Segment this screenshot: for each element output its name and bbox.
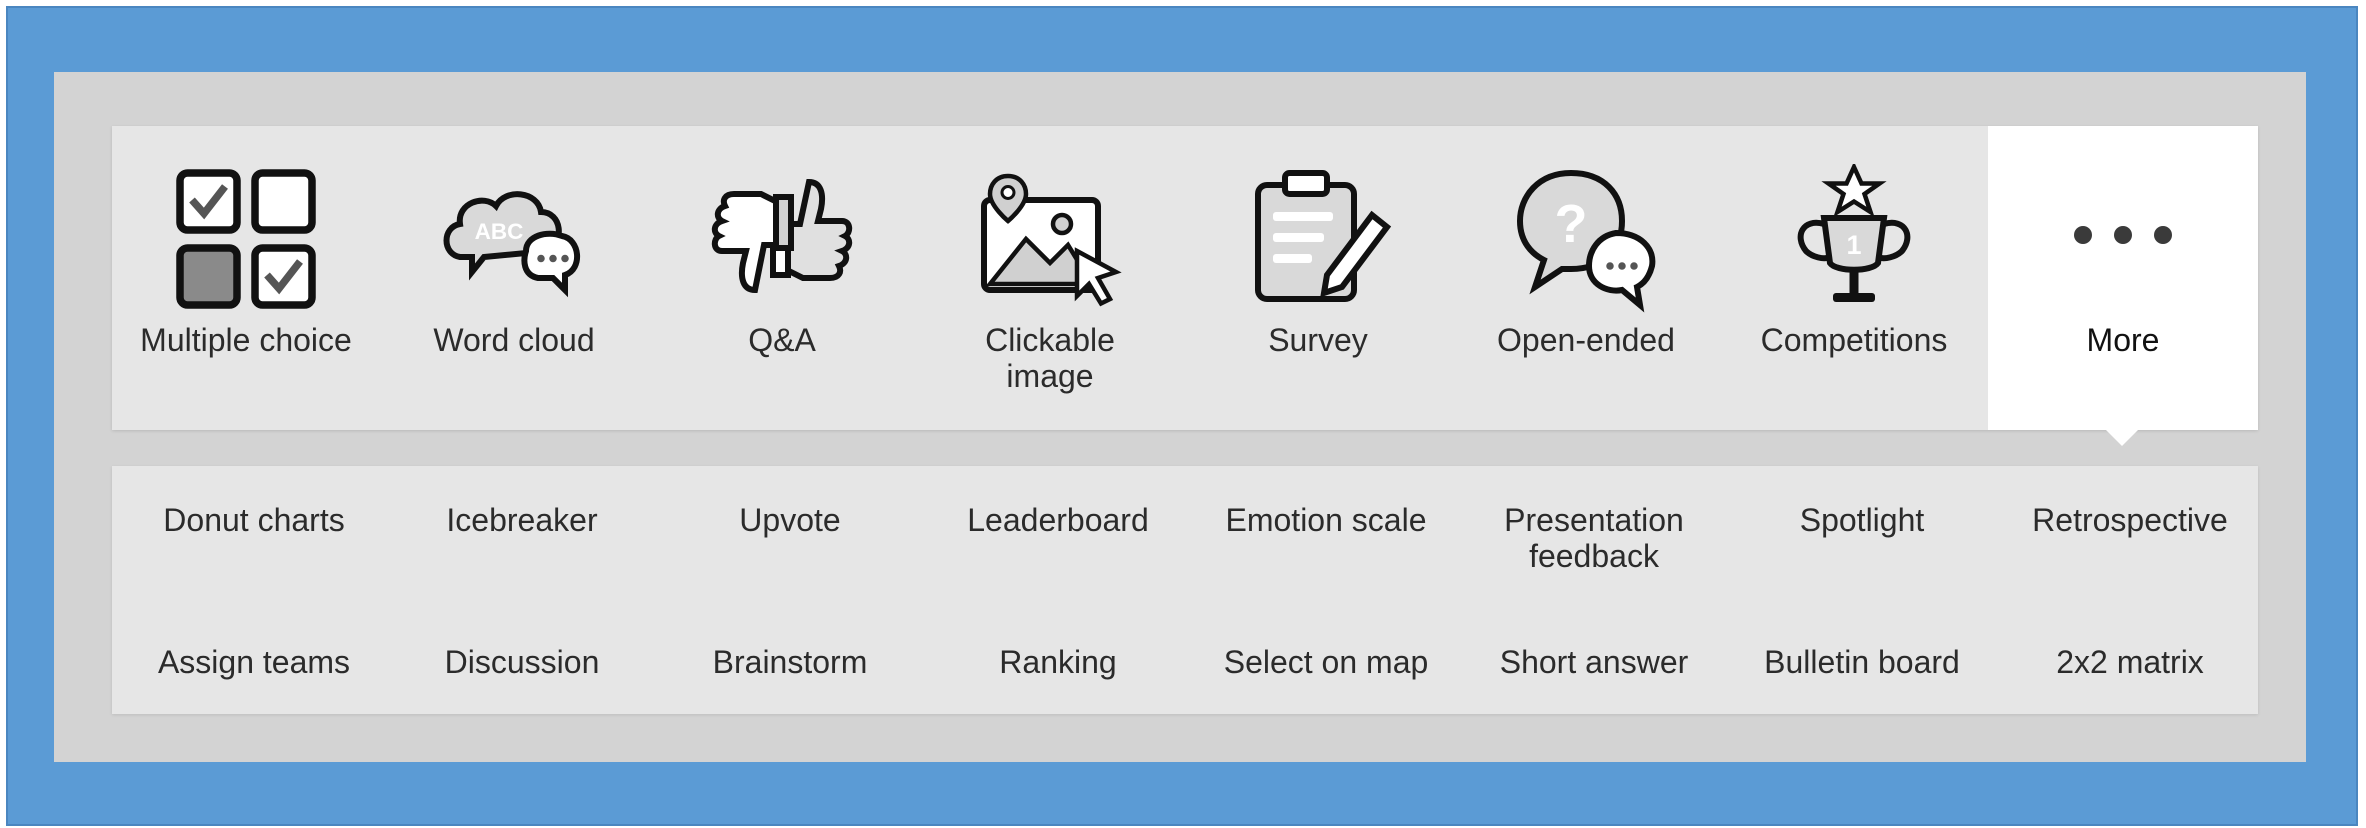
word-cloud-abc-text: ABC bbox=[475, 219, 524, 244]
type-survey[interactable]: Survey bbox=[1184, 126, 1452, 430]
type-label: Clickable image bbox=[916, 322, 1184, 394]
type-label-line1: Clickable bbox=[985, 322, 1115, 358]
type-label: Competitions bbox=[1760, 322, 1948, 358]
more-type-spotlight[interactable]: Spotlight bbox=[1728, 502, 1996, 538]
more-types-panel: Donut charts Icebreaker Upvote Leaderboa… bbox=[112, 466, 2258, 714]
type-qa[interactable]: Q&A bbox=[648, 126, 916, 430]
thumbs-up-down-icon bbox=[707, 164, 857, 314]
more-dots-icon bbox=[2074, 226, 2172, 244]
type-label: More bbox=[2086, 322, 2160, 358]
more-type-brainstorm[interactable]: Brainstorm bbox=[656, 644, 924, 680]
more-type-select-on-map[interactable]: Select on map bbox=[1192, 644, 1460, 680]
question-chat-bubbles-icon: ? bbox=[1511, 164, 1661, 314]
more-type-upvote[interactable]: Upvote bbox=[656, 502, 924, 538]
type-competitions[interactable]: 1 Competitions bbox=[1720, 126, 1988, 430]
more-type-presentation-feedback[interactable]: Presentation feedback bbox=[1460, 502, 1728, 574]
type-multiple-choice[interactable]: Multiple choice bbox=[112, 126, 380, 430]
type-label: Open-ended bbox=[1497, 322, 1675, 358]
more-type-discussion[interactable]: Discussion bbox=[388, 644, 656, 680]
more-type-leaderboard[interactable]: Leaderboard bbox=[924, 502, 1192, 538]
more-type-ranking[interactable]: Ranking bbox=[924, 644, 1192, 680]
trophy-icon: 1 bbox=[1779, 164, 1929, 314]
more-type-donut-charts[interactable]: Donut charts bbox=[120, 502, 388, 538]
type-label-line2: image bbox=[1006, 358, 1094, 394]
more-type-icebreaker[interactable]: Icebreaker bbox=[388, 502, 656, 538]
type-label: Survey bbox=[1268, 322, 1368, 358]
type-open-ended[interactable]: ? Open-ended bbox=[1452, 126, 1720, 430]
image-pointer-icon bbox=[975, 164, 1125, 314]
type-label: Multiple choice bbox=[140, 322, 352, 358]
multiple-choice-grid-icon bbox=[171, 164, 321, 314]
clipboard-pencil-icon bbox=[1243, 164, 1393, 314]
trophy-number-text: 1 bbox=[1846, 230, 1861, 260]
sub-label-line2: feedback bbox=[1529, 538, 1659, 574]
more-type-assign-teams[interactable]: Assign teams bbox=[120, 644, 388, 680]
type-label: Word cloud bbox=[433, 322, 595, 358]
type-word-cloud[interactable]: ABC Word cloud bbox=[380, 126, 648, 430]
type-more[interactable]: More bbox=[1988, 126, 2258, 430]
type-label: Q&A bbox=[748, 322, 816, 358]
question-type-row: Multiple choice ABC Word cloud Q&A Click… bbox=[112, 126, 2258, 430]
more-type-bulletin-board[interactable]: Bulletin board bbox=[1728, 644, 1996, 680]
more-type-2x2-matrix[interactable]: 2x2 matrix bbox=[1996, 644, 2264, 680]
word-cloud-bubbles-icon: ABC bbox=[439, 164, 589, 314]
svg-text:?: ? bbox=[1555, 194, 1588, 254]
more-type-short-answer[interactable]: Short answer bbox=[1460, 644, 1728, 680]
active-tab-pointer bbox=[2106, 430, 2138, 446]
more-type-retrospective[interactable]: Retrospective bbox=[1996, 502, 2264, 538]
sub-label-line1: Presentation bbox=[1504, 502, 1684, 538]
type-clickable-image[interactable]: Clickable image bbox=[916, 126, 1184, 430]
more-type-emotion-scale[interactable]: Emotion scale bbox=[1192, 502, 1460, 538]
